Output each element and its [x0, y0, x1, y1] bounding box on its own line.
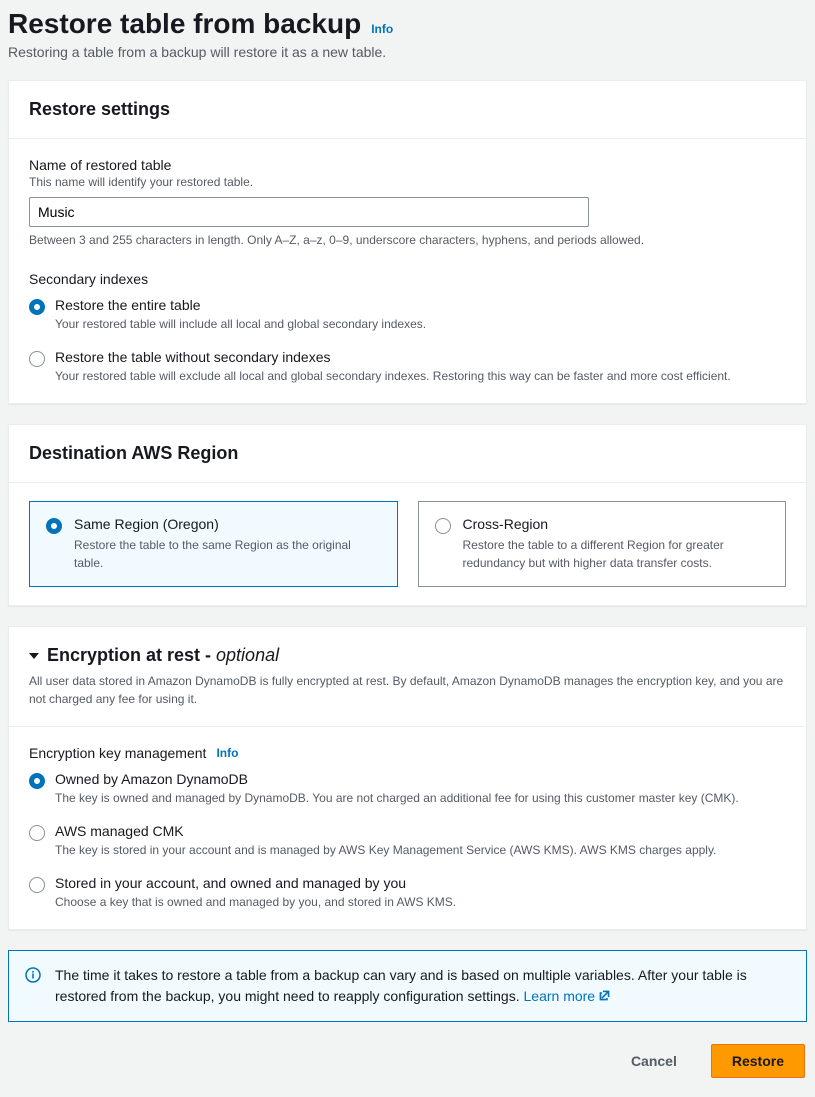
page-subtitle: Restoring a table from a backup will res… [8, 44, 807, 60]
destination-region-title: Destination AWS Region [29, 443, 786, 464]
radio-icon [29, 825, 45, 841]
panel-header: Encryption at rest - optional All user d… [9, 627, 806, 727]
encryption-title: Encryption at rest - optional [47, 645, 279, 666]
restore-button[interactable]: Restore [711, 1044, 805, 1078]
option-title: AWS managed CMK [55, 823, 786, 839]
option-desc: The key is owned and managed by DynamoDB… [55, 789, 786, 807]
option-desc: The key is stored in your account and is… [55, 841, 786, 859]
restore-settings-panel: Restore settings Name of restored table … [8, 80, 807, 404]
radio-icon [435, 518, 451, 534]
page-info-link[interactable]: Info [371, 22, 393, 36]
tile-title: Cross-Region [463, 516, 770, 532]
action-buttons: Cancel Restore [8, 1044, 807, 1086]
panel-body: Name of restored table This name will id… [9, 139, 806, 403]
radio-icon [29, 299, 45, 315]
encryption-option-your-account[interactable]: Stored in your account, and owned and ma… [29, 875, 786, 911]
option-title: Restore the table without secondary inde… [55, 349, 786, 365]
restored-table-name-input[interactable] [29, 197, 589, 227]
destination-region-panel: Destination AWS Region Same Region (Oreg… [8, 424, 807, 606]
option-title: Owned by Amazon DynamoDB [55, 771, 786, 787]
encryption-expand-header[interactable]: Encryption at rest - optional [29, 645, 786, 666]
option-desc: Your restored table will exclude all loc… [55, 367, 786, 385]
option-desc: Your restored table will include all loc… [55, 315, 786, 333]
region-tiles: Same Region (Oregon) Restore the table t… [29, 501, 786, 587]
region-tile-cross[interactable]: Cross-Region Restore the table to a diff… [418, 501, 787, 587]
caret-down-icon [29, 653, 39, 659]
tile-desc: Restore the table to a different Region … [463, 536, 770, 572]
page-title-text: Restore table from backup [8, 8, 361, 40]
tile-desc: Restore the table to the same Region as … [74, 536, 381, 572]
info-icon [25, 967, 41, 983]
learn-more-link[interactable]: Learn more [524, 988, 612, 1004]
panel-header: Restore settings [9, 81, 806, 139]
secondary-option-without[interactable]: Restore the table without secondary inde… [29, 349, 786, 385]
page-title: Restore table from backup Info [8, 8, 807, 40]
encryption-option-owned[interactable]: Owned by Amazon DynamoDB The key is owne… [29, 771, 786, 807]
key-mgmt-label: Encryption key management Info [29, 745, 786, 761]
encryption-subtext: All user data stored in Amazon DynamoDB … [29, 672, 786, 708]
region-tile-same[interactable]: Same Region (Oregon) Restore the table t… [29, 501, 398, 587]
option-desc: Choose a key that is owned and managed b… [55, 893, 786, 911]
optional-label: optional [216, 645, 279, 665]
radio-icon [46, 518, 62, 534]
secondary-indexes-label: Secondary indexes [29, 271, 786, 287]
panel-body: Encryption key management Info Owned by … [9, 727, 806, 929]
secondary-option-entire[interactable]: Restore the entire table Your restored t… [29, 297, 786, 333]
info-text: The time it takes to restore a table fro… [55, 965, 790, 1007]
key-mgmt-text: Encryption key management [29, 745, 206, 761]
name-label: Name of restored table [29, 157, 786, 173]
encryption-info-link[interactable]: Info [216, 746, 238, 760]
panel-body: Same Region (Oregon) Restore the table t… [9, 483, 806, 605]
encryption-option-aws-cmk[interactable]: AWS managed CMK The key is stored in you… [29, 823, 786, 859]
radio-icon [29, 877, 45, 893]
option-title: Restore the entire table [55, 297, 786, 313]
name-helper: Between 3 and 255 characters in length. … [29, 233, 786, 247]
secondary-indexes-radio-group: Restore the entire table Your restored t… [29, 297, 786, 385]
external-link-icon [598, 987, 611, 1000]
encryption-radio-group: Owned by Amazon DynamoDB The key is owne… [29, 771, 786, 911]
option-title: Stored in your account, and owned and ma… [55, 875, 786, 891]
tile-title: Same Region (Oregon) [74, 516, 381, 532]
restore-settings-title: Restore settings [29, 99, 786, 120]
restore-time-info-box: The time it takes to restore a table fro… [8, 950, 807, 1022]
encryption-panel: Encryption at rest - optional All user d… [8, 626, 807, 930]
learn-more-text: Learn more [524, 988, 596, 1004]
panel-header: Destination AWS Region [9, 425, 806, 483]
name-hint: This name will identify your restored ta… [29, 175, 786, 189]
info-message: The time it takes to restore a table fro… [55, 967, 747, 1004]
encryption-title-text: Encryption at rest - [47, 645, 216, 665]
radio-icon [29, 351, 45, 367]
cancel-button[interactable]: Cancel [611, 1044, 697, 1078]
radio-icon [29, 773, 45, 789]
